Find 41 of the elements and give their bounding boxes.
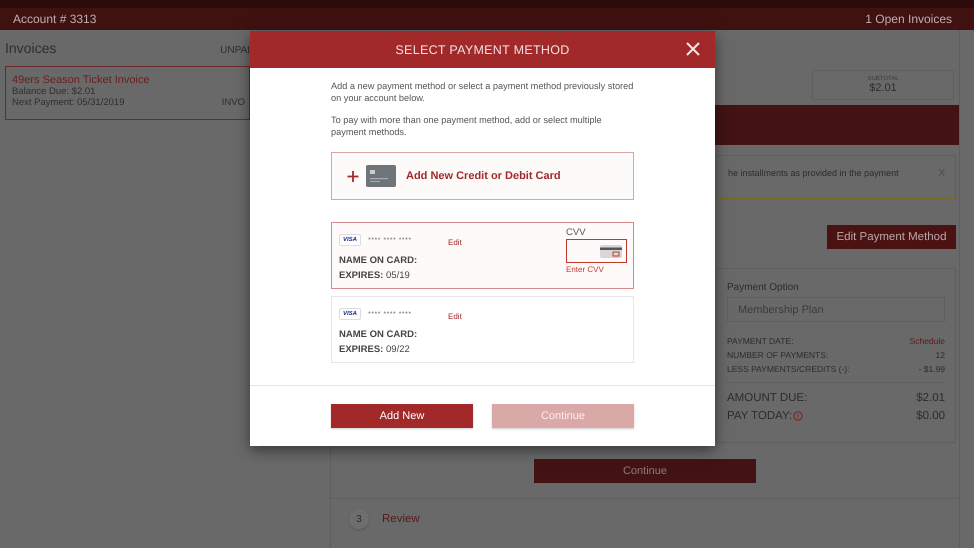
edit-card-link[interactable]: Edit: [448, 312, 462, 320]
cvv-field[interactable]: [566, 239, 627, 263]
invoices-heading: Invoices: [5, 40, 56, 56]
card-expiry: EXPIRES: 05/19: [339, 270, 411, 281]
card-expiry: EXPIRES: 09/22: [339, 344, 411, 355]
invoice-title: 49ers Season Ticket Invoice: [12, 74, 151, 86]
subtotal-amount: $2.01: [869, 82, 897, 94]
step-number: 3: [349, 509, 369, 529]
summary-label: NUMBER OF PAYMENTS:: [727, 349, 828, 362]
next-payment: Next Payment: 05/31/2019: [12, 97, 124, 108]
plus-icon: [347, 170, 359, 182]
pay-today-value: $0.00: [916, 409, 945, 424]
modal-title: SELECT PAYMENT METHOD: [395, 42, 570, 56]
account-number: Account # 3313: [13, 12, 96, 26]
credit-card-icon: [366, 165, 396, 187]
edit-card-link[interactable]: Edit: [448, 238, 462, 246]
close-icon[interactable]: [686, 42, 700, 56]
cvv-label: CVV: [566, 227, 587, 238]
edit-payment-method-button[interactable]: Edit Payment Method: [827, 225, 956, 249]
notice-text: he installments as provided in the payment: [728, 168, 899, 178]
summary-value: - $1.99: [918, 363, 945, 376]
continue-button[interactable]: Continue: [534, 459, 756, 483]
intro-text: To pay with more than one payment method, add or select multiple payment methods.: [331, 115, 603, 138]
summary-label: LESS PAYMENTS/CREDITS (-):: [727, 363, 850, 376]
open-invoices-link[interactable]: 1 Open Invoices: [865, 12, 952, 26]
add-card-button[interactable]: Add New Credit or Debit Card: [331, 152, 634, 200]
name-on-card-label: NAME ON CARD:: [339, 255, 418, 266]
name-on-card-label: NAME ON CARD:: [339, 329, 418, 340]
amount-due-value: $2.01: [916, 391, 945, 406]
intro-text: Add a new payment method or select a payment method previously stored on your account below.: [331, 81, 634, 104]
add-card-label: Add New Credit or Debit Card: [406, 170, 561, 182]
pay-today-label: PAY TODAY:: [727, 409, 792, 424]
summary-label: PAYMENT DATE:: [727, 335, 794, 348]
summary-value: 12: [936, 349, 945, 362]
invoice-tag: INVO: [222, 97, 245, 108]
card-back-icon: [600, 244, 622, 258]
cvv-error-text: Enter CVV: [566, 265, 605, 274]
amount-due-label: AMOUNT DUE:: [727, 391, 808, 406]
payment-option-label: Payment Option: [727, 282, 800, 293]
add-new-button[interactable]: Add New: [331, 404, 473, 428]
balance-due: Balance Due: $2.01: [12, 86, 96, 97]
